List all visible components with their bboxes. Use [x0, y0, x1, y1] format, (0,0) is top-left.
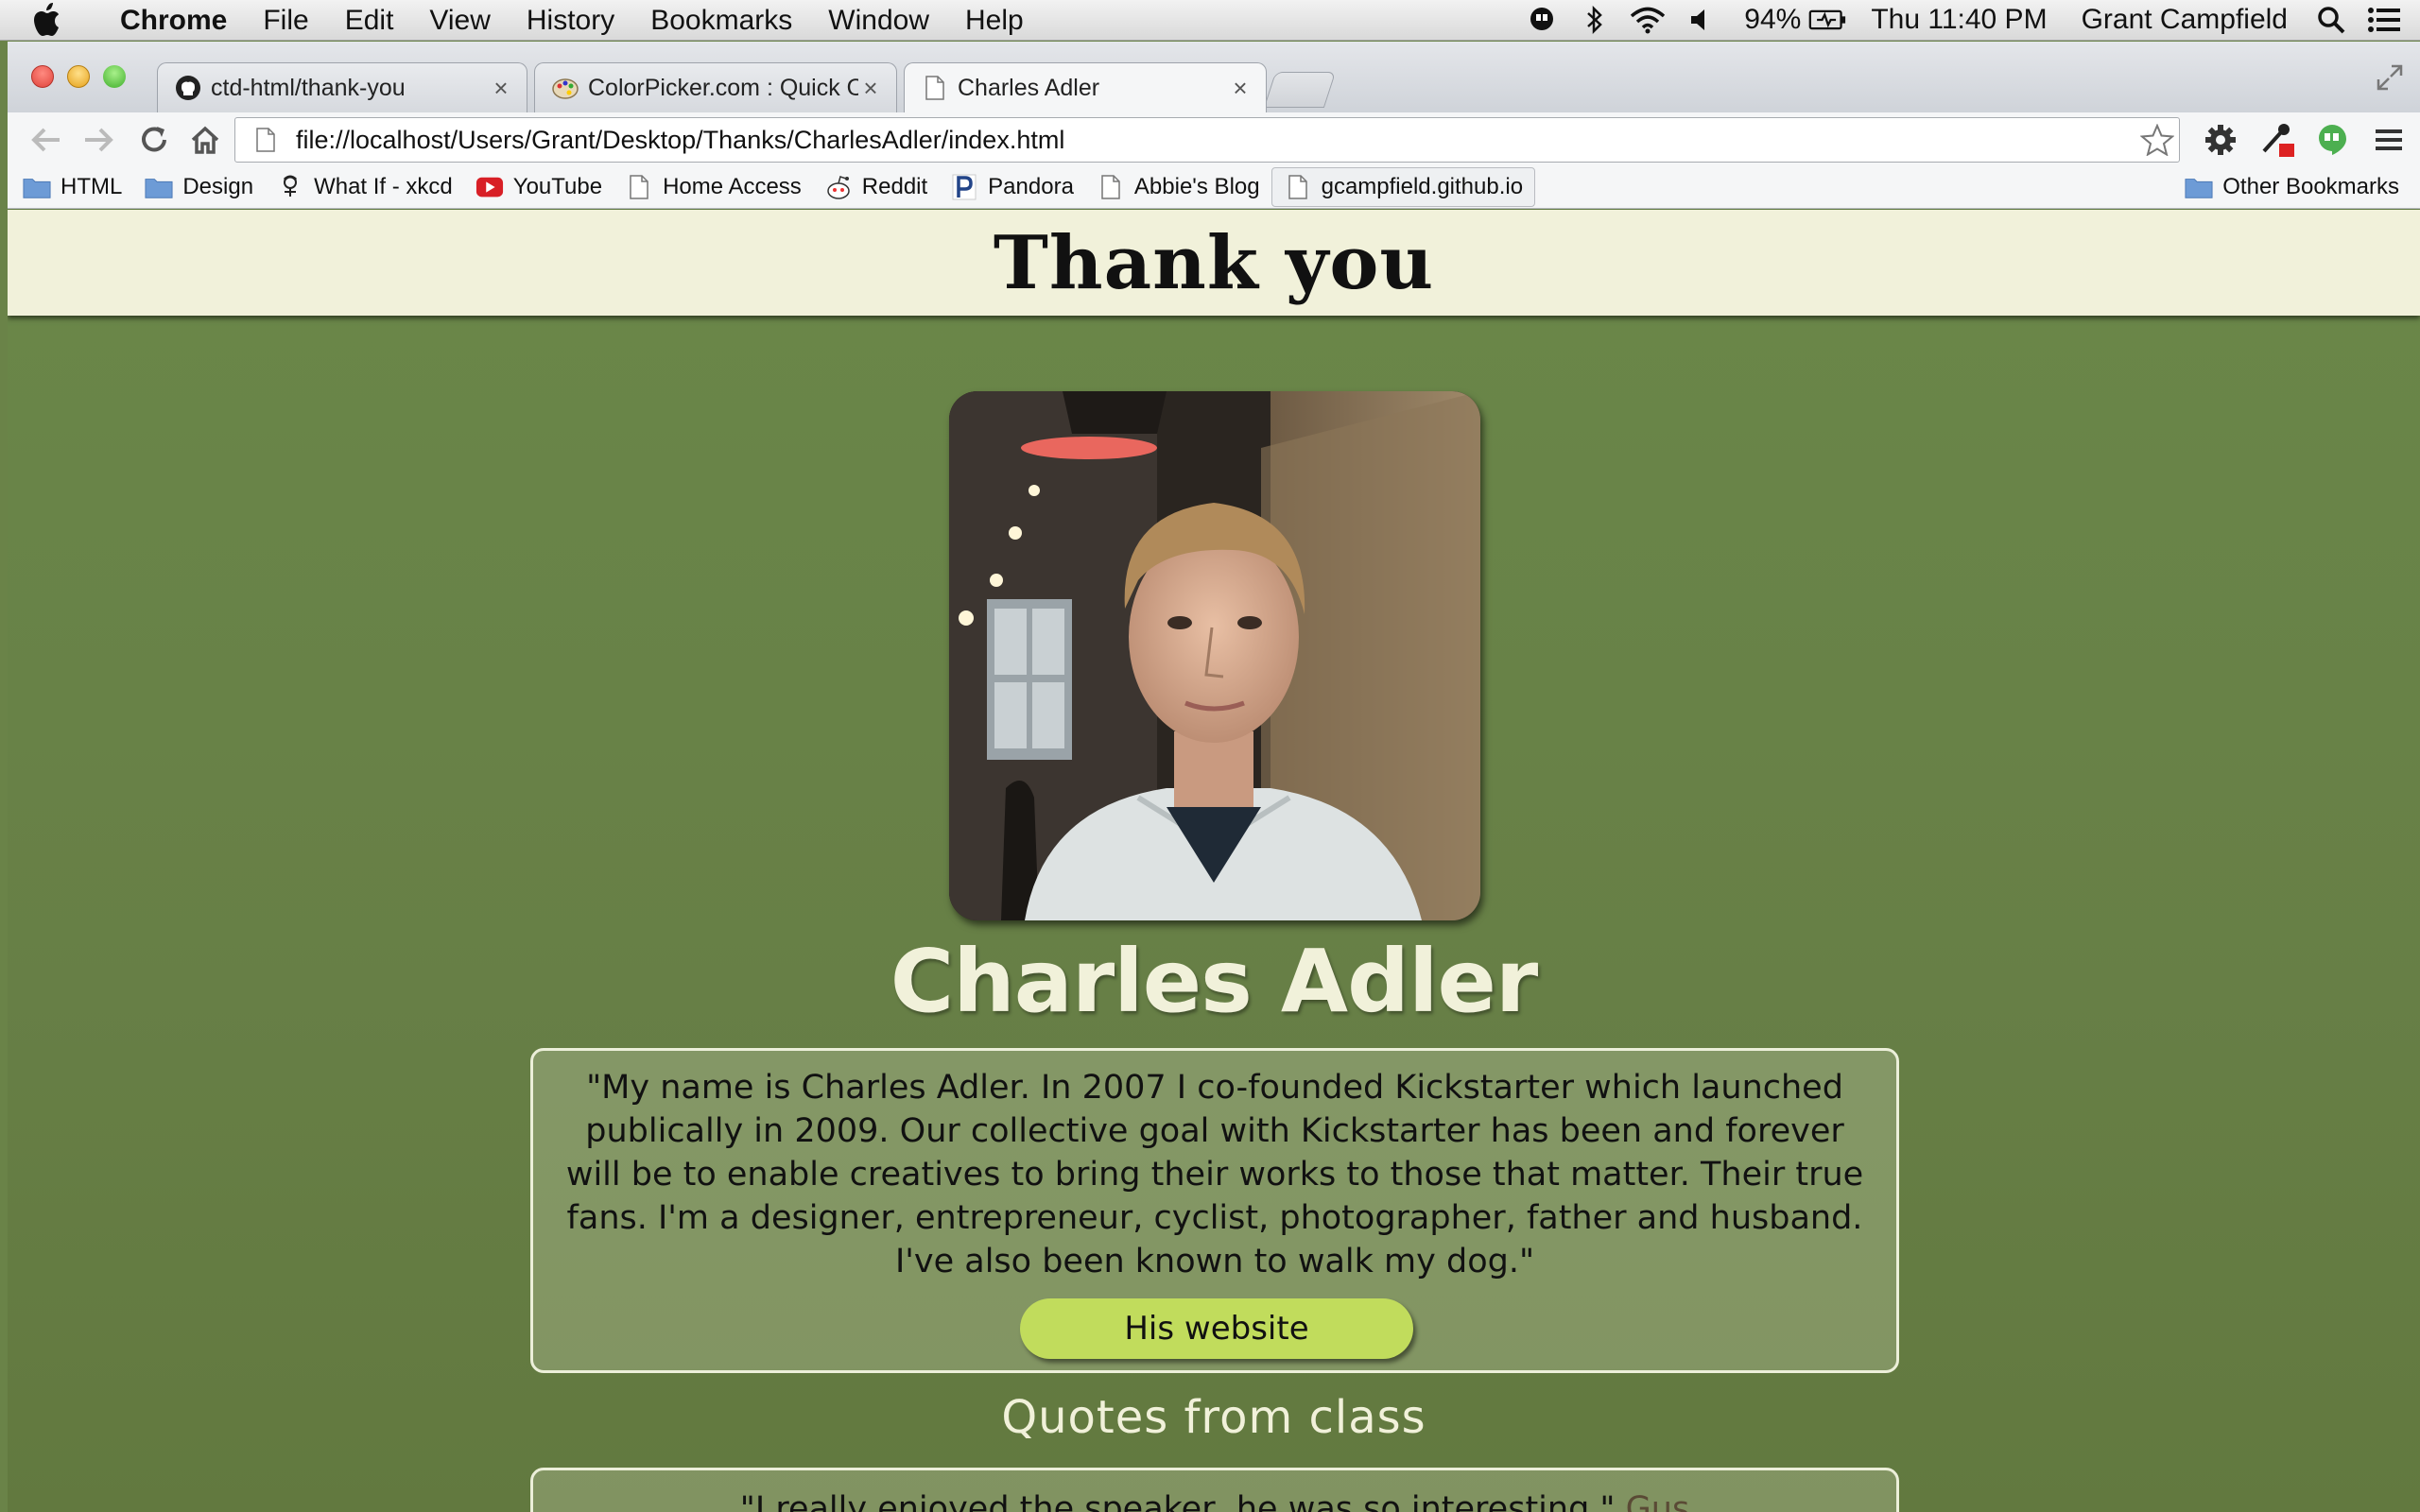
tab-title: ColorPicker.com : Quick O	[588, 74, 858, 101]
quotes-heading: Quotes from class	[1001, 1391, 1426, 1444]
volume-icon[interactable]	[1682, 0, 1720, 41]
apple-icon[interactable]	[32, 0, 81, 41]
bookmark-label: Home Access	[663, 174, 802, 199]
page-icon	[625, 173, 653, 201]
bookmark-label: gcampfield.github.io	[1321, 174, 1524, 199]
chrome-menu-icon[interactable]	[2367, 118, 2411, 162]
home-button[interactable]	[185, 120, 225, 160]
menu-edit[interactable]: Edit	[327, 0, 412, 41]
folder-icon	[2185, 173, 2213, 201]
bookmark-label: Reddit	[861, 174, 928, 199]
github-icon	[173, 73, 203, 103]
user-name[interactable]: Grant Campfield	[2065, 4, 2305, 36]
reload-button[interactable]	[134, 120, 174, 160]
quote-text: "I really enjoyed the speaker, he was so…	[739, 1490, 1616, 1512]
folder-icon	[145, 173, 173, 201]
bookmark-youtube[interactable]: YouTube	[464, 167, 614, 207]
page-title: Thank you	[993, 219, 1435, 306]
quote-box: "I really enjoyed the speaker, he was so…	[530, 1468, 1899, 1512]
tab-close-icon[interactable]: ×	[858, 74, 883, 103]
back-button[interactable]	[26, 120, 66, 160]
minimize-window-button[interactable]	[67, 65, 90, 88]
browser-window: ctd-html/thank-you × ColorPicker.com : Q…	[8, 42, 2420, 1512]
bookmark-abbies-blog[interactable]: Abbie's Blog	[1085, 167, 1271, 207]
palette-icon	[550, 73, 580, 103]
quote-author: Gus	[1625, 1490, 1690, 1512]
address-bar[interactable]: file://localhost/Users/Grant/Desktop/Tha…	[234, 117, 2180, 163]
tab-title: ctd-html/thank-you	[211, 74, 406, 101]
portrait-photo	[949, 391, 1480, 920]
menu-history[interactable]: History	[509, 0, 632, 41]
tab-close-icon[interactable]: ×	[1228, 74, 1253, 103]
person-name: Charles Adler	[890, 931, 1539, 1032]
eyedropper-extension-icon[interactable]	[2256, 118, 2299, 162]
menu-help[interactable]: Help	[947, 0, 1042, 41]
wifi-icon[interactable]	[1629, 0, 1667, 41]
forward-button[interactable]	[78, 120, 118, 160]
spotlight-search-icon[interactable]	[2312, 0, 2350, 41]
bluetooth-icon[interactable]	[1576, 0, 1614, 41]
fullscreen-icon[interactable]	[2373, 60, 2407, 94]
xkcd-icon	[276, 173, 304, 201]
notification-center-icon[interactable]	[2365, 0, 2403, 41]
bookmark-label: What If - xkcd	[314, 174, 453, 199]
other-bookmarks-label: Other Bookmarks	[2222, 174, 2399, 199]
tab-close-icon[interactable]: ×	[489, 74, 513, 103]
other-bookmarks[interactable]: Other Bookmarks	[2173, 167, 2411, 207]
battery-percent: 94%	[1744, 4, 1802, 35]
url-text[interactable]: file://localhost/Users/Grant/Desktop/Tha…	[285, 126, 2135, 155]
web-page: Thank you Charles Adler "My name is Char…	[8, 210, 2420, 1512]
page-icon	[1097, 173, 1125, 201]
bookmark-gcampfield-github[interactable]: gcampfield.github.io	[1270, 167, 1536, 207]
menu-bar: Chrome File Edit View History Bookmarks …	[0, 0, 2420, 41]
settings-gear-icon[interactable]	[2199, 118, 2242, 162]
page-header: Thank you	[8, 210, 2420, 316]
clock[interactable]: Thu 11:40 PM	[1854, 4, 2064, 36]
bookmark-label: HTML	[60, 174, 123, 199]
bookmarks-bar: HTML Design What If - xkcd YouTube Home …	[8, 165, 2420, 209]
battery-icon[interactable]	[1808, 0, 1846, 41]
folder-icon	[23, 173, 51, 201]
page-icon	[247, 121, 285, 159]
bookmark-label: Design	[182, 174, 254, 199]
bookmark-label: Abbie's Blog	[1133, 174, 1260, 199]
menu-bookmarks[interactable]: Bookmarks	[632, 0, 810, 41]
browser-toolbar: file://localhost/Users/Grant/Desktop/Tha…	[8, 112, 2420, 209]
tab-strip: ctd-html/thank-you × ColorPicker.com : Q…	[8, 42, 2420, 112]
bookmark-what-if-xkcd[interactable]: What If - xkcd	[265, 167, 464, 207]
tab-colorpicker[interactable]: ColorPicker.com : Quick O ×	[534, 62, 897, 112]
hangouts-status-icon[interactable]	[1523, 0, 1561, 41]
close-window-button[interactable]	[31, 65, 54, 88]
website-button[interactable]: His website	[1020, 1298, 1413, 1359]
bookmark-star-icon[interactable]	[2135, 124, 2179, 156]
page-icon	[920, 73, 950, 103]
hangouts-extension-icon[interactable]	[2310, 118, 2354, 162]
menu-window[interactable]: Window	[810, 0, 947, 41]
menu-app-name[interactable]: Chrome	[102, 0, 245, 41]
pandora-icon	[950, 173, 978, 201]
reddit-icon	[824, 173, 853, 201]
bookmark-design[interactable]: Design	[133, 167, 265, 207]
tab-title: Charles Adler	[958, 74, 1100, 101]
bio-box: "My name is Charles Adler. In 2007 I co-…	[530, 1048, 1899, 1373]
page-icon	[1284, 173, 1312, 201]
bookmark-pandora[interactable]: Pandora	[939, 167, 1085, 207]
bookmark-home-access[interactable]: Home Access	[614, 167, 813, 207]
menu-file[interactable]: File	[245, 0, 326, 41]
bookmark-label: YouTube	[512, 174, 603, 199]
zoom-window-button[interactable]	[103, 65, 126, 88]
menu-view[interactable]: View	[411, 0, 508, 41]
bookmark-html[interactable]: HTML	[11, 167, 133, 207]
bookmark-reddit[interactable]: Reddit	[813, 167, 939, 207]
tab-charles-adler[interactable]: Charles Adler ×	[904, 62, 1267, 112]
bookmark-label: Pandora	[988, 174, 1074, 199]
tab-github[interactable]: ctd-html/thank-you ×	[157, 62, 527, 112]
new-tab-button[interactable]	[1263, 72, 1337, 108]
bio-text: "My name is Charles Adler. In 2007 I co-…	[565, 1069, 1864, 1280]
youtube-icon	[475, 173, 504, 201]
